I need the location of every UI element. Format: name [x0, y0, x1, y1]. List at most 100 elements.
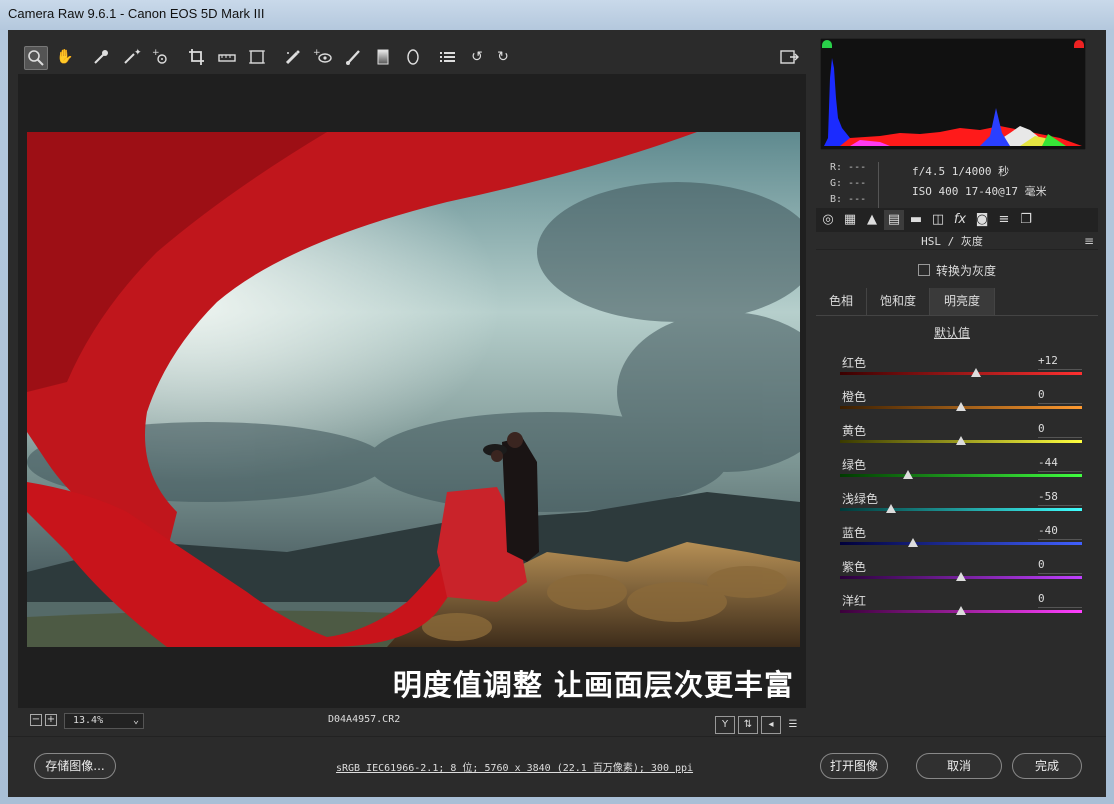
camera-calibration-tab-icon[interactable]: ◙	[972, 210, 992, 230]
done-button[interactable]: 完成	[1012, 753, 1082, 779]
default-link[interactable]: 默认值	[816, 324, 1088, 341]
rotate-left-icon[interactable]: ↺	[466, 46, 488, 68]
checkbox-icon	[918, 264, 930, 276]
toggle-settings-icon[interactable]: ☰	[784, 717, 802, 733]
slider-label: 橙色	[842, 390, 867, 404]
red-eye-icon[interactable]: +	[312, 46, 334, 68]
swap-settings-icon[interactable]: ⇅	[738, 716, 758, 734]
image-preview[interactable]: 明度值调整 让画面层次更丰富	[18, 74, 806, 708]
snapshots-tab-icon[interactable]: ❐	[1016, 210, 1036, 230]
slider-row: 橙色 0	[840, 388, 1084, 422]
before-after-icon[interactable]: Y	[715, 716, 735, 734]
slider-thumb[interactable]	[902, 470, 913, 479]
zoom-icon[interactable]	[24, 46, 48, 70]
zoom-level-value: 13.4%	[73, 715, 104, 726]
tab-hue[interactable]: 色相	[816, 288, 867, 315]
zoom-out-icon[interactable]: −	[30, 714, 42, 726]
straighten-icon[interactable]	[216, 46, 238, 68]
blue-readout: B: ---	[830, 194, 867, 205]
tone-curve-tab-icon[interactable]: ▦	[840, 210, 860, 230]
rgb-readout: R: --- G: --- B: ---	[830, 160, 866, 208]
right-panel: R: --- G: --- B: --- f/4.5 1/4000 秒 ISO …	[816, 36, 1098, 736]
divider	[878, 162, 879, 210]
panel-tabs: ◎ ▦ ▲ ▤ ▬ ◫ fx ◙ ≡ ❐	[816, 208, 1098, 232]
lens-corrections-tab-icon[interactable]: ◫	[928, 210, 948, 230]
slider-track[interactable]	[840, 542, 1082, 545]
effects-tab-icon[interactable]: fx	[950, 210, 970, 230]
slider-track[interactable]	[840, 474, 1082, 477]
presets-tab-icon[interactable]: ≡	[994, 210, 1014, 230]
slider-value-input[interactable]: 0	[1038, 422, 1082, 438]
rotate-right-icon[interactable]: ↻	[492, 46, 514, 68]
slider-thumb[interactable]	[956, 572, 966, 581]
bottom-bar: 存储图像... sRGB IEC61966-2.1; 8 位; 5760 x 3…	[8, 736, 1106, 797]
slider-row: 蓝色 -40	[840, 524, 1084, 558]
target-adjust-icon[interactable]: +	[150, 46, 172, 68]
preview-status-bar: − + 13.4% ⌄ D04A4957.CR2 Y ⇅ ◂ ☰	[18, 708, 806, 734]
svg-text:✦: ✦	[134, 48, 142, 58]
window-title: Camera Raw 9.6.1 - Canon EOS 5D Mark III	[8, 6, 265, 21]
hsl-subtabs: 色相 饱和度 明亮度	[816, 288, 1098, 316]
slider-value-input[interactable]: 0	[1038, 558, 1082, 574]
slider-value-input[interactable]: 0	[1038, 592, 1082, 608]
adjustment-brush-icon[interactable]	[342, 46, 364, 68]
slider-label: 浅绿色	[842, 492, 879, 506]
cancel-button[interactable]: 取消	[916, 753, 1002, 779]
chevron-down-icon: ⌄	[132, 715, 139, 726]
color-sampler-icon[interactable]: ✦	[120, 46, 142, 68]
slider-thumb[interactable]	[956, 606, 966, 615]
slider-label: 绿色	[842, 458, 867, 472]
spot-removal-icon[interactable]	[282, 46, 304, 68]
panel-menu-icon[interactable]: ≡	[1084, 234, 1094, 248]
slider-track[interactable]	[840, 372, 1082, 375]
hand-icon[interactable]: ✋	[54, 46, 76, 68]
slider-value-input[interactable]: -58	[1038, 490, 1082, 506]
slider-value-input[interactable]: +12	[1038, 354, 1082, 370]
tab-luminance[interactable]: 明亮度	[930, 288, 995, 315]
slider-value-input[interactable]: -40	[1038, 524, 1082, 540]
open-image-button[interactable]: 打开图像	[820, 753, 888, 779]
red-readout: R: ---	[830, 162, 867, 173]
green-readout: G: ---	[830, 178, 867, 189]
tab-saturation[interactable]: 饱和度	[867, 288, 930, 315]
save-image-button[interactable]: 存储图像...	[34, 753, 116, 779]
slider-value-input[interactable]: 0	[1038, 388, 1082, 404]
fullscreen-icon[interactable]	[778, 46, 800, 68]
slider-value-input[interactable]: -44	[1038, 456, 1082, 472]
workflow-options-link[interactable]: sRGB IEC61966-2.1; 8 位; 5760 x 3840 (22.…	[336, 759, 693, 774]
basic-tab-icon[interactable]: ◎	[818, 210, 838, 230]
slider-label: 蓝色	[842, 526, 867, 540]
toolbar: ✋ ✦ + + ↺ ↻	[18, 36, 806, 74]
transform-icon[interactable]	[246, 46, 268, 68]
slider-label: 洋红	[842, 594, 867, 608]
slider-track[interactable]	[840, 508, 1082, 511]
svg-text:+: +	[313, 48, 321, 58]
detail-tab-icon[interactable]: ▲	[862, 210, 882, 230]
shadow-clipping-icon[interactable]	[822, 40, 832, 48]
slider-thumb[interactable]	[956, 402, 966, 411]
graduated-filter-icon[interactable]	[372, 46, 394, 68]
photo-caption: 明度值调整 让画面层次更丰富	[392, 668, 794, 702]
white-balance-icon[interactable]	[90, 46, 112, 68]
highlight-clipping-icon[interactable]	[1074, 40, 1084, 48]
copy-settings-icon[interactable]: ◂	[761, 716, 781, 734]
split-toning-tab-icon[interactable]: ▬	[906, 210, 926, 230]
crop-icon[interactable]	[186, 46, 208, 68]
grayscale-checkbox[interactable]: 转换为灰度	[918, 262, 996, 279]
slider-row: 浅绿色 -58	[840, 490, 1084, 524]
slider-thumb[interactable]	[956, 436, 966, 445]
preview-photo[interactable]	[27, 132, 800, 647]
hsl-tab-icon[interactable]: ▤	[884, 210, 904, 230]
slider-thumb[interactable]	[885, 504, 896, 513]
slider-thumb[interactable]	[970, 368, 981, 377]
slider-row: 黄色 0	[840, 422, 1084, 456]
slider-label: 黄色	[842, 424, 867, 438]
radial-filter-icon[interactable]	[402, 46, 424, 68]
zoom-in-icon[interactable]: +	[45, 714, 57, 726]
zoom-level-select[interactable]: 13.4% ⌄	[64, 713, 144, 729]
view-controls: Y ⇅ ◂ ☰	[712, 712, 802, 734]
slider-thumb[interactable]	[907, 538, 918, 547]
preferences-icon[interactable]	[436, 46, 458, 68]
zoom-controls: − + 13.4% ⌄	[30, 713, 144, 729]
grayscale-label: 转换为灰度	[936, 264, 997, 278]
